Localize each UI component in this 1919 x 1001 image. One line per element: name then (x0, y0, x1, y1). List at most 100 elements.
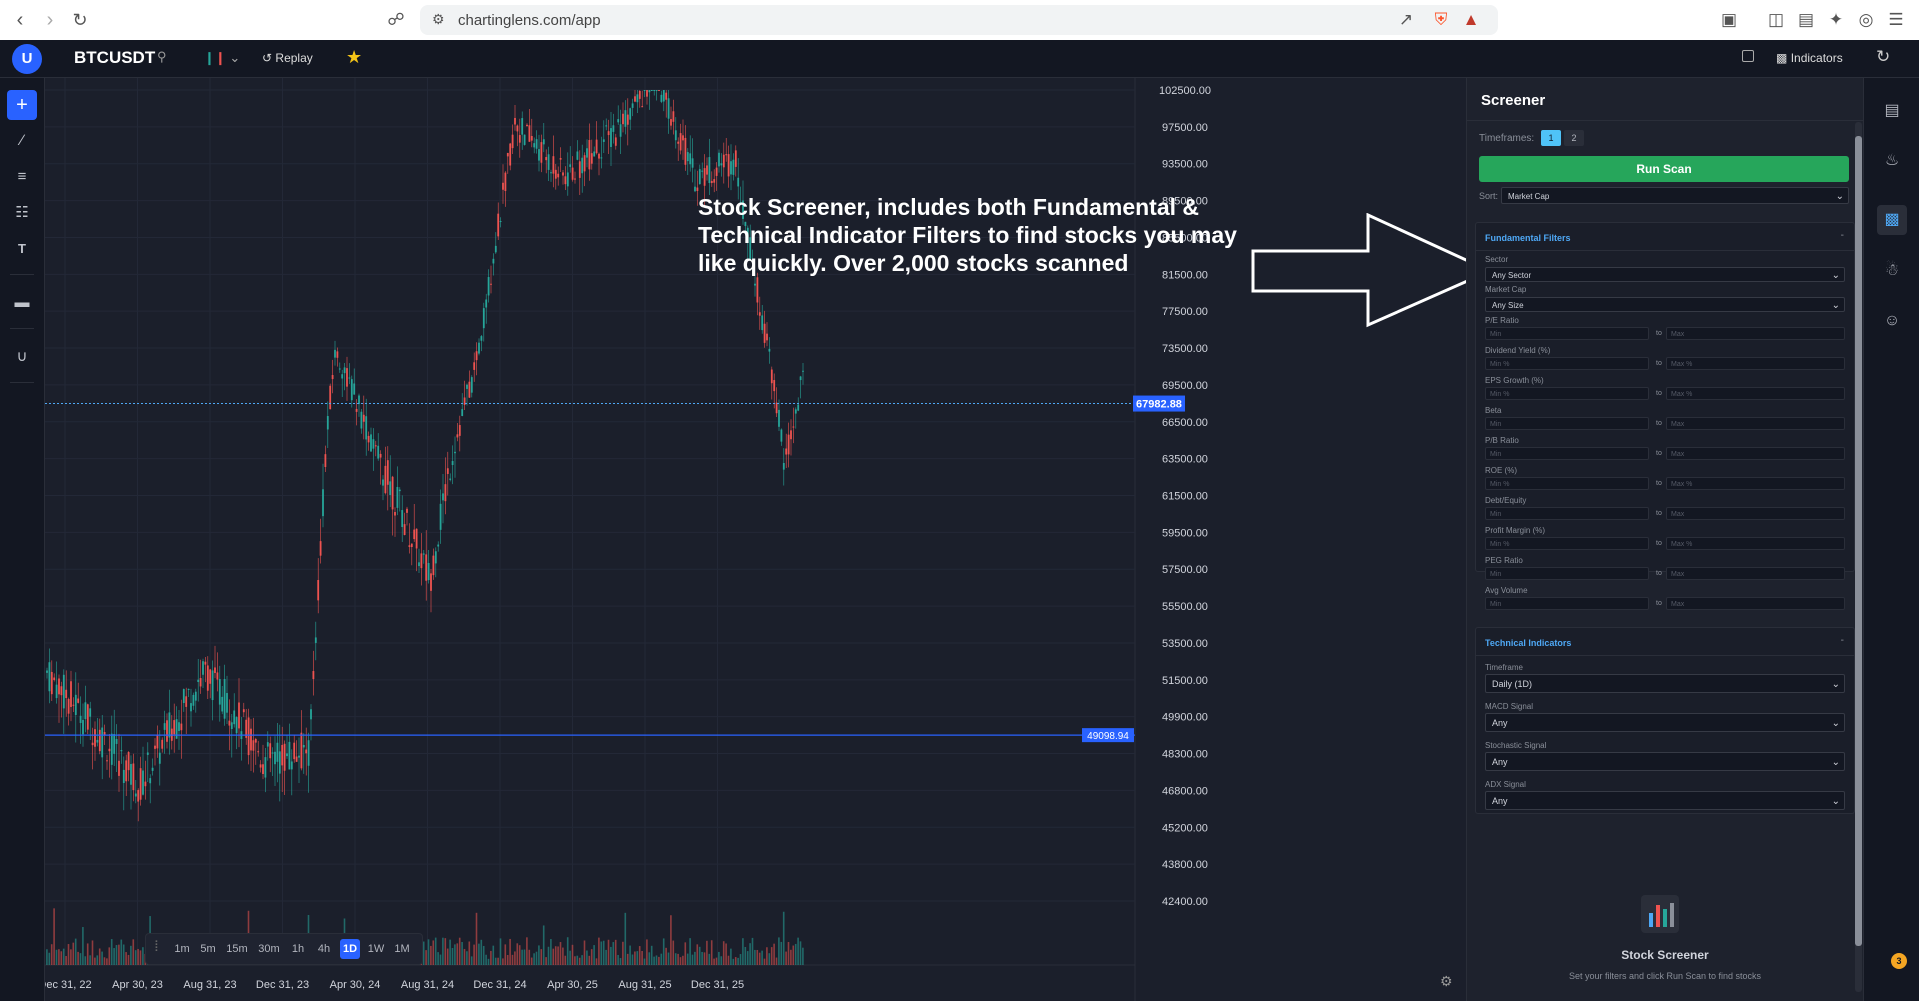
back-icon[interactable]: ‹ (8, 8, 32, 32)
range-max-input[interactable]: Max (1666, 567, 1845, 580)
brave-shield-icon[interactable]: ⛨ (1430, 9, 1452, 31)
range-max-input[interactable]: Max % (1666, 537, 1845, 550)
range-max-input[interactable]: Max (1666, 447, 1845, 460)
share-icon[interactable]: ↗ (1395, 9, 1417, 31)
range-max-input[interactable]: Max % (1666, 387, 1845, 400)
candle (619, 109, 622, 154)
range-max-input[interactable]: Max % (1666, 357, 1845, 370)
sort-select[interactable]: Market Cap ⌄ (1501, 187, 1849, 204)
timeframe-30m[interactable]: 30m (256, 939, 282, 959)
layout-icon[interactable] (1742, 50, 1754, 62)
fundamental-filters-title[interactable]: Fundamental Filters (1485, 233, 1571, 243)
range-min-input[interactable]: Min (1485, 417, 1649, 430)
avatar[interactable]: U (12, 44, 42, 74)
candle-body (674, 130, 677, 141)
range-min-input[interactable]: Min % (1485, 387, 1649, 400)
magnet-icon[interactable]: ∪ (7, 342, 37, 372)
range-max-input[interactable]: Max % (1666, 477, 1845, 490)
crosshair-icon[interactable]: + (7, 90, 37, 120)
timeframe-1h[interactable]: 1h (288, 939, 308, 959)
candle-body (418, 562, 420, 567)
community-icon[interactable]: ☺ (1877, 306, 1907, 336)
forward-icon[interactable]: › (38, 8, 62, 32)
candle-body (626, 114, 629, 125)
favorite-star-icon[interactable]: ★ (346, 47, 362, 68)
candle-body (242, 709, 245, 713)
search-icon[interactable]: ⚲ (157, 49, 167, 65)
collapse-icon[interactable]: - (1841, 635, 1844, 646)
timeframe-15m[interactable]: 15m (224, 939, 250, 959)
scrollbar-thumb[interactable] (1855, 136, 1862, 946)
timeframe-1w[interactable]: 1W (366, 939, 386, 959)
adx-select[interactable]: Any ⌄ (1485, 791, 1845, 810)
replay-button[interactable]: ↺ Replay (262, 51, 313, 65)
technical-indicators-title[interactable]: Technical Indicators (1485, 638, 1571, 648)
tab-icon[interactable]: ▣ (1718, 9, 1740, 31)
collapse-icon[interactable]: - (1841, 230, 1844, 241)
fib-icon[interactable]: ☷ (7, 198, 37, 228)
sector-select[interactable]: Any Sector ⌄ (1485, 267, 1845, 282)
candlestick-icon[interactable]: ❙❙ ⌄ (204, 50, 240, 66)
range-max-input[interactable]: Max (1666, 417, 1845, 430)
indicators-button[interactable]: ▩ Indicators (1776, 51, 1843, 65)
candle (641, 90, 644, 108)
range-min-input[interactable]: Min (1485, 567, 1649, 580)
candle (674, 117, 677, 149)
range-max-input[interactable]: Max (1666, 327, 1845, 340)
menu-icon[interactable]: ☰ (1885, 9, 1907, 31)
range-min-input[interactable]: Min % (1485, 357, 1649, 370)
range-min-input[interactable]: Min % (1485, 537, 1649, 550)
candle-body (353, 383, 356, 395)
price-chart[interactable]: Dec 31, 22 Apr 30, 23 Aug 31, 23 Dec 31, 23… (45, 78, 1494, 1001)
ruler-icon[interactable]: ▬ (7, 288, 37, 318)
range-max-input[interactable]: Max (1666, 597, 1845, 610)
watchlist-icon[interactable]: ▤ (1877, 96, 1907, 126)
stochastic-select[interactable]: Any ⌄ (1485, 752, 1845, 771)
candle-body (535, 139, 538, 149)
range-min-input[interactable]: Min % (1485, 477, 1649, 490)
range-min-input[interactable]: Min (1485, 327, 1649, 340)
horizontal-lines-icon[interactable]: ≡ (7, 162, 37, 192)
timeframe-5m[interactable]: 5m (198, 939, 218, 959)
address-bar[interactable]: ⚙ chartinglens.com/app ↗ ⛨ ▲ (420, 5, 1498, 35)
range-min-input[interactable]: Min (1485, 507, 1649, 520)
candle-body (737, 177, 740, 187)
refresh-icon[interactable]: ↻ (1876, 47, 1890, 67)
volume-bar (782, 911, 785, 965)
brave-rewards-icon[interactable]: ▲ (1460, 9, 1482, 31)
vpn-icon[interactable]: ◎ (1855, 9, 1877, 31)
candle (286, 735, 288, 759)
candle (439, 489, 442, 544)
text-tool-icon[interactable]: T (7, 234, 37, 264)
timeframe-select[interactable]: Daily (1D) ⌄ (1485, 674, 1845, 693)
screener-icon[interactable]: ▩ (1877, 205, 1907, 235)
alerts-icon[interactable]: ♨ (1877, 146, 1907, 176)
market-cap-select[interactable]: Any Size ⌄ (1485, 297, 1845, 312)
run-scan-button[interactable]: Run Scan (1479, 156, 1849, 182)
site-settings-icon[interactable]: ⚙ (432, 11, 445, 28)
candle-body (583, 155, 586, 172)
timeframe-1m[interactable]: 1m (172, 939, 192, 959)
range-min-input[interactable]: Min (1485, 597, 1649, 610)
timeframe-button-1[interactable]: 1 (1541, 130, 1561, 146)
sidebar-icon[interactable]: ◫ (1765, 9, 1787, 31)
chart-settings-icon[interactable]: ⚙ (1440, 973, 1453, 990)
wallet-icon[interactable]: ▤ (1795, 9, 1817, 31)
timeframe-4h[interactable]: 4h (314, 939, 334, 959)
bookmark-icon[interactable]: ☍ (385, 9, 407, 31)
macd-select[interactable]: Any ⌄ (1485, 713, 1845, 732)
trend-line-icon[interactable]: ∕ (7, 126, 37, 156)
reload-icon[interactable]: ↻ (68, 8, 92, 32)
leo-ai-icon[interactable]: ✦ (1825, 9, 1847, 31)
notification-badge[interactable]: 3 (1891, 953, 1907, 969)
bot-icon[interactable]: ☃ (1877, 256, 1907, 286)
volume-bar (710, 940, 713, 965)
timeframe-1m[interactable]: 1M (392, 939, 412, 959)
range-min-input[interactable]: Min (1485, 447, 1649, 460)
timeframe-button-2[interactable]: 2 (1564, 130, 1584, 146)
range-max-input[interactable]: Max (1666, 507, 1845, 520)
timeframe-1d[interactable]: 1D (340, 939, 360, 959)
drag-handle-icon[interactable]: ⡇ (154, 939, 162, 952)
symbol-name[interactable]: BTCUSDT (74, 48, 155, 68)
candle (701, 162, 704, 179)
